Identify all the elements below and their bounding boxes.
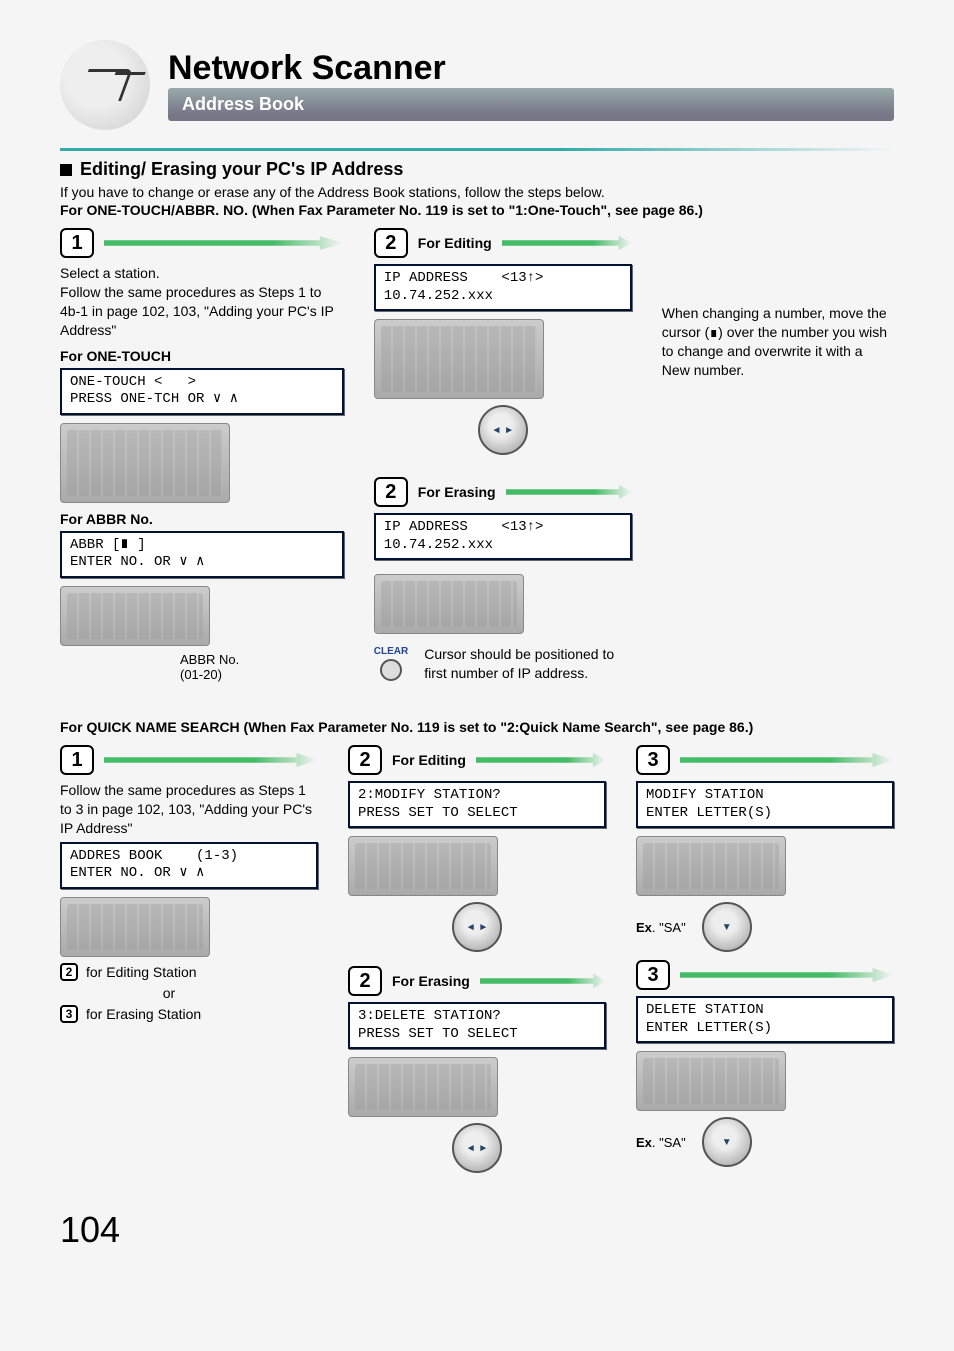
nav-disc-icon: ▼	[702, 1117, 752, 1167]
editing-station-label: for Editing Station	[86, 964, 197, 980]
step-badge-1: 1	[60, 228, 94, 258]
nav-disc-icon: ▼	[702, 902, 752, 952]
keypad-illustration	[348, 836, 498, 896]
keypad-illustration	[636, 836, 786, 896]
clear-label: CLEAR	[374, 646, 408, 657]
keypad-illustration	[60, 897, 210, 957]
badge-2-icon: 2	[60, 963, 78, 981]
flow-arrow	[480, 974, 606, 988]
ex-prefix-2: Ex	[636, 1135, 652, 1150]
step-badge-3b-edit: 3	[636, 745, 670, 775]
abbr-label: For ABBR No.	[60, 511, 344, 527]
f2-step1-text: Follow the same procedures as Steps 1 to…	[60, 781, 318, 838]
f2-step3-edit-lcd: MODIFY STATION ENTER LETTER(S)	[636, 781, 894, 828]
flow-arrow	[680, 968, 894, 982]
or-text: or	[163, 985, 175, 1001]
keypad-illustration	[374, 574, 524, 634]
flow-arrow	[506, 485, 632, 499]
scanner-icon	[60, 40, 150, 130]
onetouch-lcd: ONE-TOUCH < > PRESS ONE-TCH OR ∨ ∧	[60, 368, 344, 415]
section-note-1: For ONE-TOUCH/ABBR. NO. (When Fax Parame…	[60, 202, 894, 218]
ex-prefix: Ex	[636, 920, 652, 935]
f2-step2-erase-label: For Erasing	[392, 973, 470, 989]
ex-text-2: . "SA"	[652, 1135, 686, 1150]
divider	[60, 148, 894, 151]
keypad-illustration	[374, 319, 544, 399]
bullet-icon	[60, 164, 72, 176]
nav-disc-icon: ◄ ►	[452, 902, 502, 952]
f2-step2-erase-lcd: 3:DELETE STATION? PRESS SET TO SELECT	[348, 1002, 606, 1049]
onetouch-label: For ONE-TOUCH	[60, 348, 344, 364]
flow-arrow	[502, 236, 632, 250]
section-heading-text: Editing/ Erasing your PC's IP Address	[80, 159, 403, 180]
flow-arrow	[104, 236, 344, 250]
step2-editing-label: For Editing	[418, 235, 492, 251]
badge-3-icon: 3	[60, 1005, 78, 1023]
keypad-illustration	[60, 423, 230, 503]
f2-step1-lcd: ADDRES BOOK (1-3) ENTER NO. OR ∨ ∧	[60, 842, 318, 889]
step-badge-2b-erase: 2	[348, 966, 382, 996]
page-header: Network Scanner Address Book	[60, 40, 894, 130]
step2-erasing-label: For Erasing	[418, 484, 496, 500]
page-title: Network Scanner	[168, 49, 894, 88]
step-badge-2b-edit: 2	[348, 745, 382, 775]
step2-edit-lcd: IP ADDRESS <13↑> 10.74.252.xxx	[374, 264, 632, 311]
nav-disc-icon: ◄ ►	[452, 1123, 502, 1173]
abbr-lcd: ABBR [∎ ] ENTER NO. OR ∨ ∧	[60, 531, 344, 578]
flow-arrow	[680, 753, 894, 767]
step2-erase-lcd: IP ADDRESS <13↑> 10.74.252.xxx	[374, 513, 632, 560]
step2-edit-sidetext: When changing a number, move the cursor …	[662, 304, 894, 380]
f2-step2-edit-lcd: 2:MODIFY STATION? PRESS SET TO SELECT	[348, 781, 606, 828]
clear-button-icon: CLEAR	[374, 646, 408, 681]
keypad-illustration	[348, 1057, 498, 1117]
erasing-station-label: for Erasing Station	[86, 1006, 201, 1022]
section-note-2: For QUICK NAME SEARCH (When Fax Paramete…	[60, 719, 894, 735]
page-subtitle: Address Book	[168, 88, 894, 121]
step1-text: Select a station. Follow the same proced…	[60, 264, 344, 340]
ex-text: . "SA"	[652, 920, 686, 935]
keypad-illustration	[636, 1051, 786, 1111]
step-badge-2-erase: 2	[374, 477, 408, 507]
flow-arrow	[104, 753, 318, 767]
section-heading: Editing/ Erasing your PC's IP Address	[60, 159, 894, 180]
step2-erase-sidetext: Cursor should be positioned to first num…	[424, 645, 632, 683]
nav-disc-icon: ◄ ►	[478, 405, 528, 455]
step-badge-2-edit: 2	[374, 228, 408, 258]
page-number: 104	[60, 1209, 894, 1251]
f2-step2-edit-label: For Editing	[392, 752, 466, 768]
keypad-illustration	[60, 586, 210, 646]
f2-step3-erase-lcd: DELETE STATION ENTER LETTER(S)	[636, 996, 894, 1043]
intro-text: If you have to change or erase any of th…	[60, 184, 894, 200]
step-badge-1b: 1	[60, 745, 94, 775]
flow-arrow	[476, 753, 606, 767]
step-badge-3b-erase: 3	[636, 960, 670, 990]
abbr-caption: ABBR No. (01-20)	[180, 652, 344, 682]
